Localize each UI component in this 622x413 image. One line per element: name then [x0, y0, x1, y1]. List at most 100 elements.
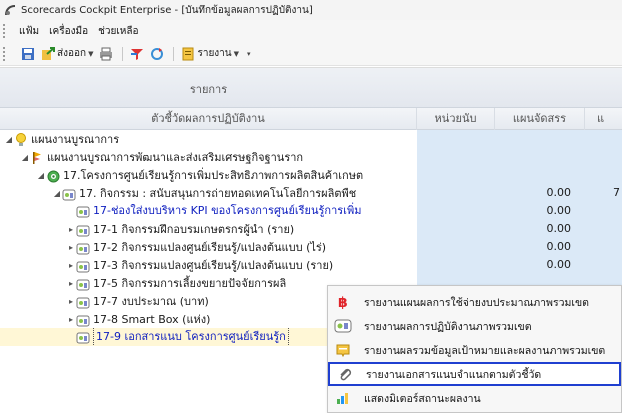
unit-cell	[417, 256, 495, 274]
extra-cell	[585, 256, 622, 274]
column-header-indicator[interactable]: ตัวชี้วัดผลการปฏิบัติงาน	[0, 108, 417, 130]
group-header: รายการ	[0, 68, 622, 108]
save-icon	[22, 47, 34, 60]
column-header-plan[interactable]: แผนจัดสรร	[495, 108, 585, 130]
ctx-item-label: รายงานเอกสารแนบจำแนกตามตัวชี้วัด	[366, 368, 542, 381]
expand-arrow-icon[interactable]: ▸	[66, 311, 76, 328]
column-header-unit[interactable]: หน่วยนับ	[417, 108, 495, 130]
unit-cell	[417, 166, 495, 184]
refresh-button[interactable]	[148, 44, 166, 64]
plan-cell: 0.00	[495, 202, 585, 220]
refresh-icon	[151, 47, 164, 60]
unit-cell	[417, 184, 495, 202]
table-row[interactable]: ◢ แผนงานบูรณาการพัฒนาและส่งเสริมเศรษฐกิจ…	[0, 148, 622, 166]
plan-cell	[495, 166, 585, 184]
toolbar-separator	[173, 46, 175, 61]
row-name: 17-7 งบประมาณ (บาท)	[93, 295, 209, 308]
table-row[interactable]: ▸ 17-1 กิจกรรมฝึกอบรมเกษตรกรผู้นำ (ราย) …	[0, 220, 622, 238]
extra-cell	[585, 238, 622, 256]
collapse-arrow-icon[interactable]: ◢	[20, 149, 30, 166]
column-header-row: ตัวชี้วัดผลการปฏิบัติงาน หน่วยนับ แผนจัด…	[0, 108, 622, 130]
window-title: Scorecards Cockpit Enterprise - [บันทึกข…	[21, 4, 313, 16]
extra-cell	[585, 148, 622, 166]
flag-icon	[30, 151, 44, 165]
kpi-chart-icon	[76, 204, 90, 218]
table-row[interactable]: ◢ 17. กิจกรรม : สนับสนุนการถ่ายทอดเทคโนโ…	[0, 184, 622, 202]
expand-arrow-icon[interactable]: ▸	[66, 293, 76, 310]
row-name: แผนงานบูรณาการพัฒนาและส่งเสริมเศรษฐกิจฐา…	[47, 151, 304, 164]
kpi-chart-icon	[76, 277, 90, 291]
collapse-arrow-icon[interactable]: ◢	[52, 185, 62, 202]
collapse-arrow-icon[interactable]: ◢	[36, 167, 46, 184]
unit-cell	[417, 130, 495, 148]
expand-arrow-icon[interactable]: ▸	[66, 257, 76, 274]
extra-cell: 7	[585, 184, 622, 202]
row-name: 17-3 กิจกรรมแปลงศูนย์เรียนรู้/แปลงต้นแบบ…	[93, 259, 334, 272]
extra-cell	[585, 220, 622, 238]
ctx-item-budget-report[interactable]: ฿ รายงานแผนผลการใช้จ่ายงบประมาณภาพรวมเขต	[328, 290, 622, 314]
table-row[interactable]: 17-ช่องใส่งบบริหาร KPI ของโครงการศูนย์เร…	[0, 202, 622, 220]
row-name: 17-8 Smart Box (แห่ง)	[93, 313, 211, 326]
expand-arrow-icon[interactable]: ▸	[66, 239, 76, 256]
ctx-item-label: รายงานผลการปฏิบัติงานภาพรวมเขต	[364, 320, 532, 333]
chevron-down-icon: ▼	[88, 49, 94, 58]
kpi-chart-icon	[76, 259, 90, 273]
filter-button[interactable]	[128, 44, 146, 64]
kpi-chart-icon	[62, 187, 76, 201]
table-row[interactable]: ▸ 17-2 กิจกรรมแปลงศูนย์เรียนรู้/แปลงต้นแ…	[0, 238, 622, 256]
row-name: 17-ช่องใส่งบบริหาร KPI ของโครงการศูนย์เร…	[93, 204, 362, 217]
toolbar-grip[interactable]	[3, 46, 9, 61]
row-name: 17-5 กิจกรรมการเลี้ยงขยายปัจจัยการผลิ	[93, 277, 287, 290]
unit-cell	[417, 202, 495, 220]
app-icon	[3, 3, 17, 17]
printer-icon	[100, 47, 113, 60]
lightbulb-icon	[14, 133, 28, 147]
context-menu: ฿ รายงานแผนผลการใช้จ่ายงบประมาณภาพรวมเขต…	[327, 285, 622, 413]
row-name: 17.โครงการศูนย์เรียนรู้การเพิ่มประสิทธิภ…	[63, 169, 364, 182]
ctx-item-status-meter[interactable]: แสดงมิเตอร์สถานะผลงาน	[328, 386, 622, 410]
table-row[interactable]: ◢ แผนงานบูรณาการ	[0, 130, 622, 148]
export-label: ส่งออก	[57, 48, 87, 59]
ctx-item-performance-report[interactable]: รายงานผลการปฏิบัติงานภาพรวมเขต	[328, 314, 622, 338]
kpi-chart-icon	[76, 223, 90, 237]
table-row[interactable]: ▸ 17-3 กิจกรรมแปลงศูนย์เรียนรู้/แปลงต้นแ…	[0, 256, 622, 274]
row-name: 17-1 กิจกรรมฝึกอบรมเกษตรกรผู้นำ (ราย)	[93, 223, 295, 236]
toolbar: ส่งออก ▼ รายงาน ▼ ▾	[0, 42, 622, 66]
meter-icon	[332, 389, 354, 407]
extra-cell	[585, 130, 622, 148]
extra-cell	[585, 166, 622, 184]
expand-arrow-icon[interactable]: ▸	[66, 275, 76, 292]
report-label: รายงาน	[197, 48, 232, 59]
plan-cell	[495, 148, 585, 166]
plan-cell: 0.00	[495, 238, 585, 256]
group-header-label: รายการ	[189, 83, 228, 96]
export-icon	[42, 46, 55, 60]
save-button[interactable]	[19, 44, 37, 64]
kpi-chart-icon	[76, 330, 90, 344]
menu-file[interactable]: แฟ้ม	[19, 24, 39, 39]
column-header-extra[interactable]: แ	[585, 108, 622, 130]
overflow-chevron-icon: ▾	[247, 49, 251, 58]
plan-cell: 0.00	[495, 220, 585, 238]
export-button[interactable]: ส่งออก ▼	[39, 44, 95, 64]
table-row[interactable]: ◢ 17.โครงการศูนย์เรียนรู้การเพิ่มประสิทธ…	[0, 166, 622, 184]
plan-cell: 0.00	[495, 256, 585, 274]
report-icon	[182, 47, 194, 60]
report-icon	[332, 317, 354, 335]
ctx-item-summary-report[interactable]: รายงานผลรวมข้อมูลเป้าหมายและผลงานภาพรวมเ…	[328, 338, 622, 362]
menu-help[interactable]: ช่วยเหลือ	[98, 24, 138, 39]
toolbar-separator	[122, 46, 124, 61]
baht-icon: ฿	[332, 293, 354, 311]
ctx-item-attachment-report[interactable]: รายงานเอกสารแนบจำแนกตามตัวชี้วัด	[328, 362, 621, 386]
filter-icon	[131, 48, 144, 60]
toolbar-overflow-button[interactable]: ▾	[243, 44, 253, 64]
target-icon	[46, 169, 60, 183]
menubar-grip[interactable]	[3, 24, 9, 38]
report-button[interactable]: รายงาน ▼	[179, 44, 241, 64]
chevron-down-icon: ▼	[233, 49, 240, 58]
expand-arrow-icon[interactable]: ▸	[66, 221, 76, 238]
plan-cell	[495, 130, 585, 148]
menu-tools[interactable]: เครื่องมือ	[49, 24, 88, 39]
print-button[interactable]	[97, 44, 115, 64]
collapse-arrow-icon[interactable]: ◢	[4, 131, 14, 148]
